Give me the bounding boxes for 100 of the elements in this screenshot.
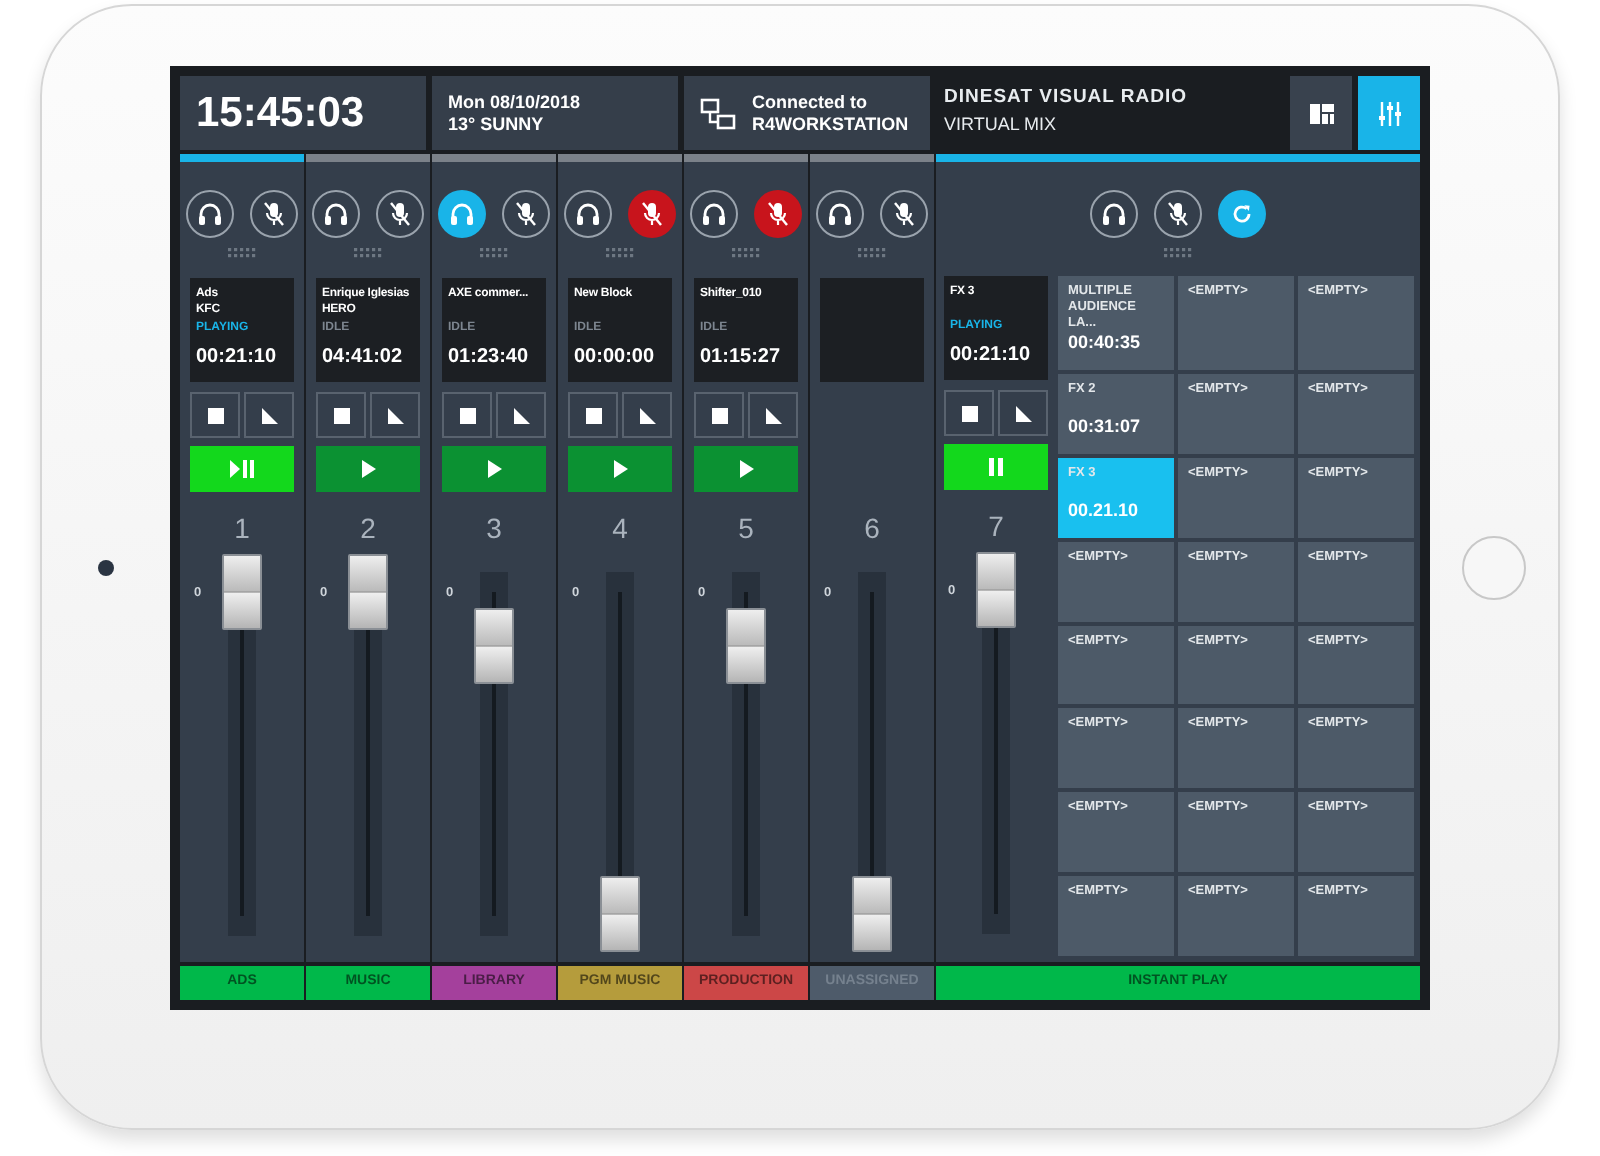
play-pause-icon (230, 460, 254, 478)
mic-off-icon (1164, 200, 1192, 228)
weather-text: 13° SUNNY (448, 113, 546, 134)
clock-time: 15:45:03 (196, 87, 365, 140)
channel-number: 6 (864, 512, 880, 544)
listen-button[interactable] (438, 190, 486, 238)
app-subtitle: VIRTUAL MIX (944, 112, 1059, 139)
grip-icon (606, 248, 634, 258)
channel-number: 1 (234, 512, 250, 544)
listen-button[interactable] (312, 190, 360, 238)
fader-handle[interactable] (976, 552, 1016, 628)
mic-off-icon (512, 200, 540, 228)
listen-button[interactable] (690, 190, 738, 238)
channel-number: 5 (738, 512, 754, 544)
play-button[interactable] (316, 446, 420, 492)
host-name: R4WORKSTATION (752, 113, 909, 134)
headphones-icon (196, 200, 224, 228)
cue-button[interactable] (496, 392, 546, 438)
mute-button[interactable] (502, 190, 550, 238)
grip-icon (858, 248, 886, 258)
mute-button[interactable] (628, 190, 676, 238)
grid-layout-icon (1307, 99, 1335, 127)
track-time: 01:15:27 (700, 344, 783, 372)
cue-button[interactable] (748, 392, 798, 438)
mic-off-icon (764, 200, 792, 228)
track-time: 00:21:10 (950, 342, 1033, 370)
mute-button[interactable] (376, 190, 424, 238)
grip-icon (1164, 248, 1192, 258)
headphones-icon (826, 200, 854, 228)
mic-off-icon (638, 200, 666, 228)
stop-button[interactable] (442, 392, 492, 438)
track-time: 01:23:40 (448, 344, 531, 372)
stop-icon (459, 407, 475, 423)
triangle-icon (639, 407, 655, 423)
mic-off-icon (386, 200, 414, 228)
stop-button[interactable] (190, 392, 240, 438)
track-time: 00:21:10 (196, 344, 279, 372)
stop-button[interactable] (944, 390, 994, 436)
date-text: Mon 08/10/2018 (448, 92, 581, 113)
fader-handle[interactable] (726, 608, 766, 685)
app-title: DINESAT VISUAL RADIO (944, 84, 1190, 112)
headphones-icon (1100, 200, 1128, 228)
stop-icon (333, 407, 349, 423)
stop-button[interactable] (694, 392, 744, 438)
play-icon (487, 460, 501, 478)
cue-button[interactable] (622, 392, 672, 438)
sliders-icon (1375, 99, 1403, 127)
fader-handle[interactable] (852, 876, 892, 952)
camera-icon (98, 559, 114, 575)
fader-handle[interactable] (348, 554, 388, 630)
headphones-icon (574, 200, 602, 228)
triangle-icon (1015, 405, 1031, 421)
triangle-icon (387, 407, 403, 423)
grip-icon (228, 248, 256, 258)
mute-button[interactable] (1154, 190, 1202, 238)
network-icon (700, 97, 736, 129)
stop-icon (585, 407, 601, 423)
connection-label: Connected to (752, 92, 869, 113)
channel-number: 4 (612, 512, 628, 544)
channel-number: 3 (486, 512, 502, 544)
mic-off-icon (260, 200, 288, 228)
headphones-icon (448, 200, 476, 228)
fader-handle[interactable] (600, 876, 640, 952)
listen-button[interactable] (1090, 190, 1138, 238)
pause-icon (988, 458, 1004, 476)
stop-icon (207, 407, 223, 423)
grip-icon (732, 248, 760, 258)
triangle-icon (261, 407, 277, 423)
mute-button[interactable] (880, 190, 928, 238)
stop-button[interactable] (568, 392, 618, 438)
track-time: 04:41:02 (322, 344, 405, 372)
play-icon (613, 460, 627, 478)
channel-number: 7 (988, 510, 1004, 542)
mute-button[interactable] (754, 190, 802, 238)
triangle-icon (513, 407, 529, 423)
channel-number: 2 (360, 512, 376, 544)
refresh-button[interactable] (1218, 190, 1266, 238)
play-icon (361, 460, 375, 478)
stop-button[interactable] (316, 392, 366, 438)
grip-icon (354, 248, 382, 258)
track-time: 00:00:00 (574, 344, 657, 372)
layout-button[interactable] (1290, 76, 1352, 150)
mic-off-icon (890, 200, 918, 228)
listen-button[interactable] (816, 190, 864, 238)
stop-icon (711, 407, 727, 423)
play-icon (739, 460, 753, 478)
fader-handle[interactable] (474, 608, 514, 685)
fader-handle[interactable] (222, 554, 262, 630)
mute-button[interactable] (250, 190, 298, 238)
cue-button[interactable] (370, 392, 420, 438)
headphones-icon (322, 200, 350, 228)
play-button[interactable] (694, 446, 798, 492)
cue-button[interactable] (244, 392, 294, 438)
headphones-icon (700, 200, 728, 228)
play-button[interactable] (442, 446, 546, 492)
triangle-icon (765, 407, 781, 423)
listen-button[interactable] (564, 190, 612, 238)
listen-button[interactable] (186, 190, 234, 238)
cue-button[interactable] (998, 390, 1048, 436)
play-button[interactable] (568, 446, 672, 492)
